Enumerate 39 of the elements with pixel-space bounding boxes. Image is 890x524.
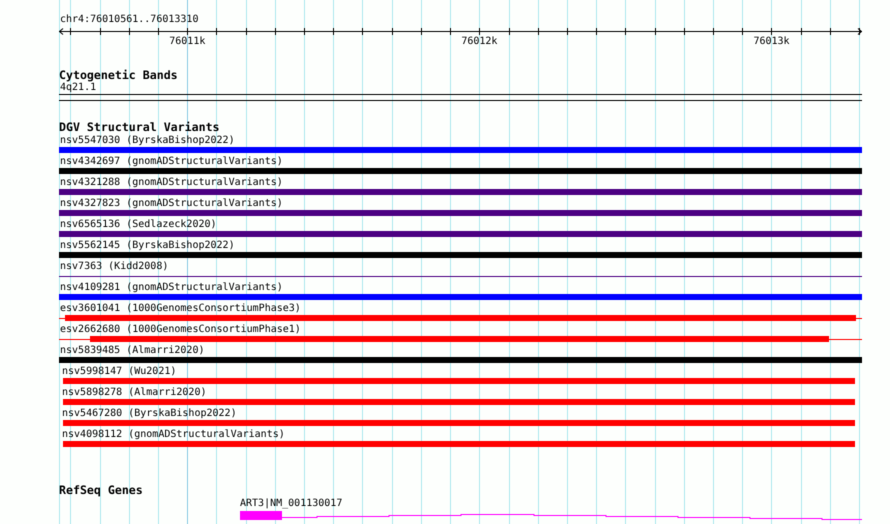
variant-bar[interactable] [63,441,855,447]
variant-bar[interactable] [90,336,829,342]
variant-label: nsv5998147 (Wu2021) [61,365,178,378]
variant-label: nsv6565136 (Sedlazeck2020) [59,218,218,231]
track-title: DGV Structural Variants [59,121,221,134]
gene-label: ART3|NM_001130017 [240,497,344,510]
band-label: 4q21.1 [59,82,98,93]
variant-bar[interactable] [65,315,856,321]
track-title: RefSeq Genes [59,483,144,497]
cytoband-bar[interactable] [59,94,862,101]
variant-bar[interactable] [59,189,862,195]
variant-bar[interactable] [63,420,855,426]
variant-label: nsv4342697 (gnomADStructuralVariants) [59,155,284,168]
variant-label: esv2662680 (1000GenomesConsortiumPhase1) [59,323,302,336]
variant-label: nsv4327823 (gnomADStructuralVariants) [59,197,284,210]
variant-label: nsv7363 (Kidd2008) [59,260,170,273]
variant-bar[interactable] [63,399,855,405]
variant-label: nsv5898278 (Almarri2020) [61,386,208,399]
variant-label: nsv4098112 (gnomADStructuralVariants) [61,428,286,441]
tick-label: 76011k [169,36,206,48]
location-label: chr4:76010561..76013310 [59,14,200,26]
variant-bar[interactable] [63,378,855,384]
variant-label: nsv4109281 (gnomADStructuralVariants) [59,281,284,294]
variant-bar[interactable] [59,168,862,174]
variant-bar[interactable] [59,147,862,153]
variant-label: nsv5467280 (ByrskaBishop2022) [61,407,238,420]
variant-label: nsv5547030 (ByrskaBishop2022) [59,134,236,147]
tick-label: 76012k [461,36,498,48]
variant-label: esv3601041 (1000GenomesConsortiumPhase3) [59,302,302,315]
track-title: Cytogenetic Bands [59,68,179,82]
variant-bar[interactable] [59,252,862,258]
variant-label: nsv4321288 (gnomADStructuralVariants) [59,176,284,189]
variant-label: nsv5562145 (ByrskaBishop2022) [59,239,236,252]
variant-label: nsv5839485 (Almarri2020) [59,344,206,357]
variant-bar[interactable] [59,210,862,216]
variant-bar[interactable] [59,231,862,237]
variant-bar[interactable] [59,357,862,363]
tick-label: 76013k [753,36,790,48]
variant-bar[interactable] [59,294,862,300]
